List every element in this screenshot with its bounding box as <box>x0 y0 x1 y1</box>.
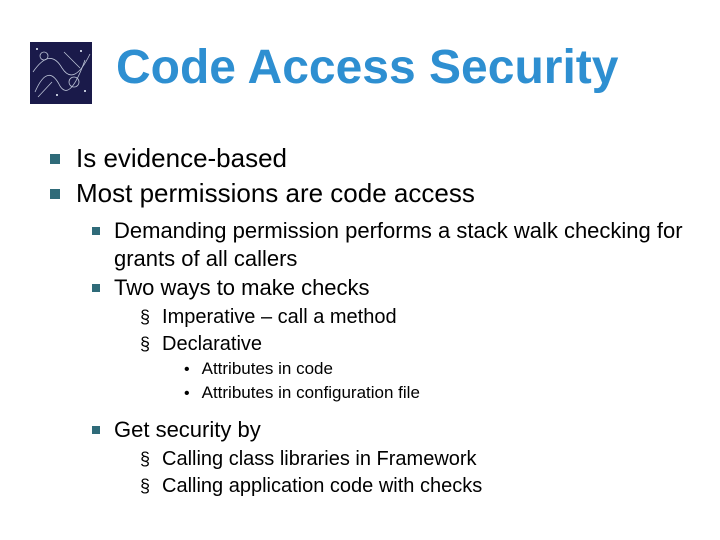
slide: Code Access Security Is evidence-based M… <box>0 0 720 540</box>
slide-title: Code Access Security <box>116 40 618 95</box>
bullet-text: Attributes in configuration file <box>202 382 690 405</box>
dot-bullet-icon: • <box>184 358 190 381</box>
bullet-text: Calling application code with checks <box>162 473 690 499</box>
bullet-text: Demanding permission performs a stack wa… <box>114 217 690 272</box>
bullet-level3: § Declarative <box>140 331 690 357</box>
square-bullet-icon <box>92 284 100 292</box>
corner-decorative-image <box>30 42 92 104</box>
square-bullet-icon <box>92 227 100 235</box>
bullet-text: Two ways to make checks <box>114 274 690 302</box>
section-bullet-icon: § <box>140 331 150 357</box>
square-bullet-icon <box>50 189 60 199</box>
bullet-level3: § Calling application code with checks <box>140 473 690 499</box>
square-bullet-icon <box>50 154 60 164</box>
bullet-level2: Get security by <box>92 416 690 444</box>
bullet-text: Get security by <box>114 416 690 444</box>
square-bullet-icon <box>92 426 100 434</box>
bullet-text: Imperative – call a method <box>162 304 690 330</box>
bullet-text: Most permissions are code access <box>76 177 690 210</box>
bullet-level3: § Imperative – call a method <box>140 304 690 330</box>
bullet-text: Is evidence-based <box>76 142 690 175</box>
bullet-level2: Demanding permission performs a stack wa… <box>92 217 690 272</box>
bullet-text: Declarative <box>162 331 690 357</box>
bullet-level2: Two ways to make checks <box>92 274 690 302</box>
bullet-level1: Most permissions are code access <box>50 177 690 210</box>
bullet-level4: • Attributes in code <box>184 358 690 381</box>
bullet-level4: • Attributes in configuration file <box>184 382 690 405</box>
bullet-text: Calling class libraries in Framework <box>162 446 690 472</box>
bullet-text: Attributes in code <box>202 358 690 381</box>
section-bullet-icon: § <box>140 304 150 330</box>
bullet-level3: § Calling class libraries in Framework <box>140 446 690 472</box>
dot-bullet-icon: • <box>184 382 190 405</box>
section-bullet-icon: § <box>140 446 150 472</box>
bullet-level1: Is evidence-based <box>50 142 690 175</box>
section-bullet-icon: § <box>140 473 150 499</box>
slide-body: Is evidence-based Most permissions are c… <box>50 142 690 500</box>
